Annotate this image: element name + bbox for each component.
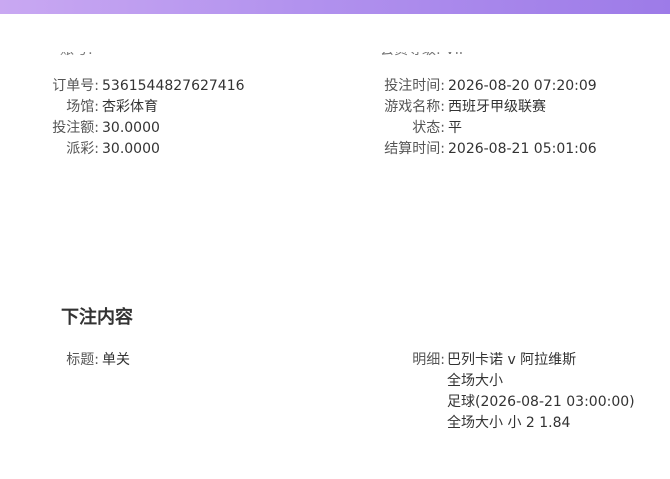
bet-subject-value: 单关 bbox=[102, 352, 130, 368]
status-label: 状态: bbox=[412, 120, 445, 136]
game-name-label: 游戏名称: bbox=[384, 99, 445, 115]
payout-label: 派彩: bbox=[66, 141, 99, 157]
venue-value: 杏彩体育 bbox=[102, 99, 158, 115]
bet-detail-match: 巴列卡诺 v 阿拉维斯 bbox=[447, 352, 577, 368]
bet-amount-label: 投注额: bbox=[52, 120, 99, 136]
bet-detail-market: 全场大小 bbox=[447, 373, 503, 389]
settle-time-label: 结算时间: bbox=[384, 141, 445, 157]
status-value: 平 bbox=[448, 120, 462, 136]
venue-label: 场馆: bbox=[66, 99, 99, 115]
payout-value: 30.0000 bbox=[102, 141, 160, 157]
bet-detail-label: 明细: bbox=[412, 352, 445, 368]
bet-time-label: 投注时间: bbox=[384, 78, 445, 94]
clipped-text-right: 会员等级: VIP bbox=[380, 52, 467, 60]
bet-content-title: 下注内容 bbox=[61, 307, 133, 328]
settle-time-value: 2026-08-21 05:01:06 bbox=[448, 141, 597, 157]
game-name-value: 西班牙甲级联赛 bbox=[448, 99, 546, 115]
bet-detail-sport-time: 足球(2026-08-21 03:00:00) bbox=[447, 394, 635, 410]
bet-amount-value: 30.0000 bbox=[102, 120, 160, 136]
bet-time-value: 2026-08-20 07:20:09 bbox=[448, 78, 597, 94]
clipped-text-left: 账号: ****** bbox=[60, 52, 139, 60]
bet-subject-label: 标题: bbox=[66, 352, 99, 368]
clipped-row: 账号: ****** 会员等级: VIP bbox=[0, 52, 670, 60]
bet-detail-selection: 全场大小 小 2 1.84 bbox=[447, 415, 571, 431]
header-accent-bar bbox=[0, 0, 670, 14]
order-number-value: 5361544827627416 bbox=[102, 78, 245, 94]
order-number-label: 订单号: bbox=[52, 78, 99, 94]
